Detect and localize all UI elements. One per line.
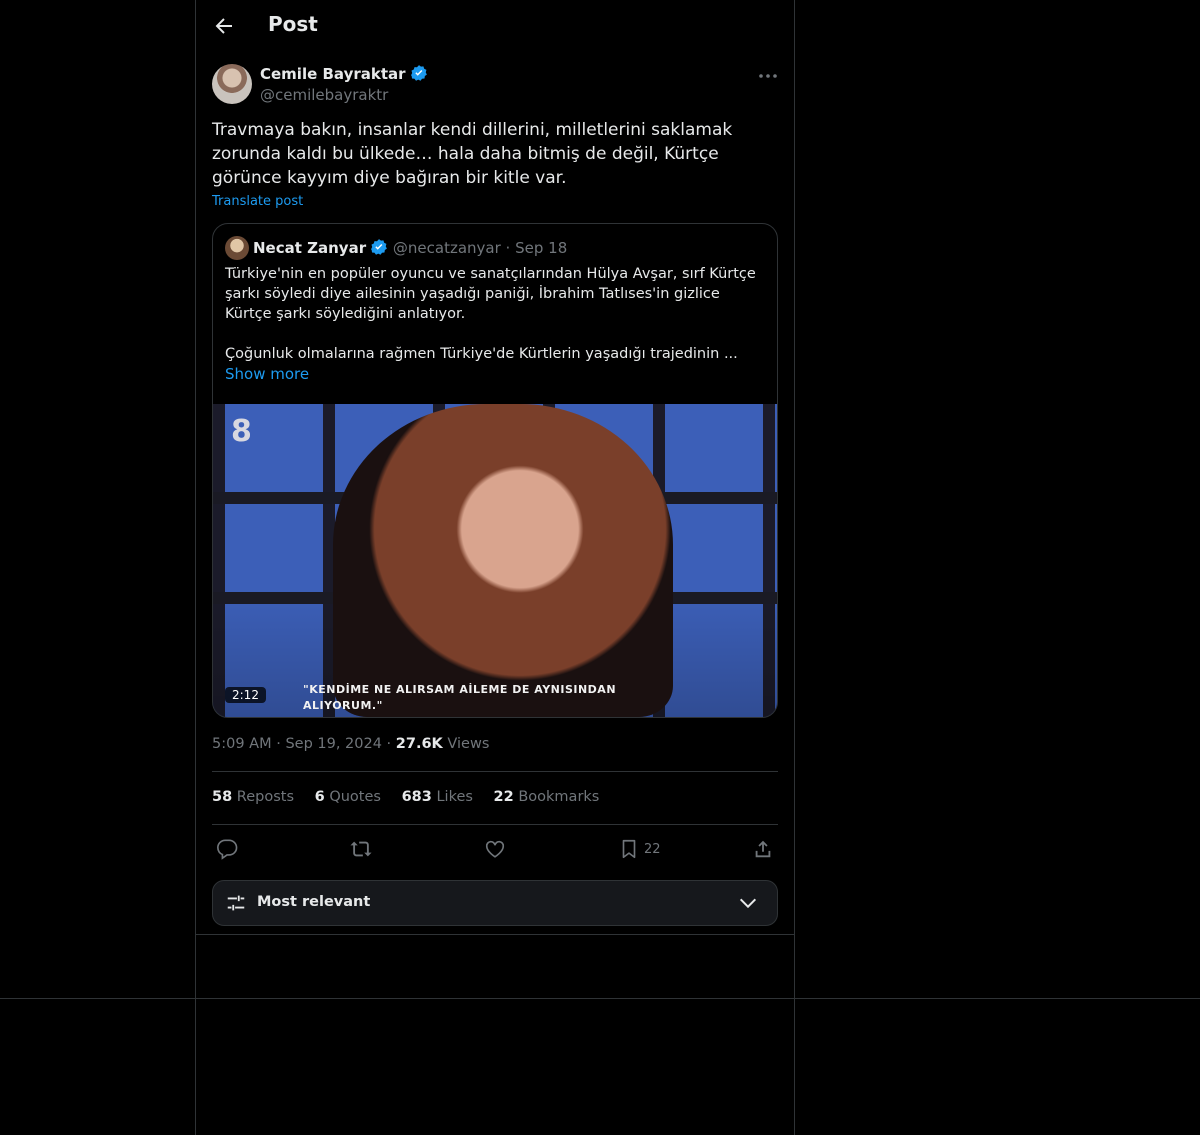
engagement-stats: 58 Reposts 6 Quotes 683 Likes 22 Bookmar… bbox=[212, 789, 615, 805]
show-more-link[interactable]: Show more bbox=[225, 365, 309, 383]
repost-icon bbox=[350, 841, 372, 857]
share-button[interactable] bbox=[752, 837, 774, 861]
video-duration-badge: 2:12 bbox=[225, 687, 266, 703]
divider bbox=[212, 824, 778, 825]
bookmarks-stat[interactable]: 22 Bookmarks bbox=[494, 789, 600, 805]
like-button[interactable] bbox=[484, 837, 506, 861]
bookmark-count: 22 bbox=[644, 841, 661, 857]
verified-badge-icon bbox=[371, 239, 387, 255]
quoted-post-header: Necat Zanyar @necatzanyar · Sep 18 bbox=[253, 238, 567, 257]
tweet-text: Travmaya bakın, insanlar kendi dillerini… bbox=[212, 120, 733, 188]
main-column: Post Cemile Bayraktar @cemilebayraktr Tr… bbox=[195, 0, 795, 1135]
quoted-post-text: Türkiye'nin en popüler oyuncu ve sanatçı… bbox=[225, 264, 761, 364]
likes-stat[interactable]: 683 Likes bbox=[402, 789, 473, 805]
post-time[interactable]: 5:09 AM bbox=[212, 736, 272, 752]
quoted-text-paragraph: Çoğunluk olmalarına rağmen Türkiye'de Kü… bbox=[225, 346, 738, 362]
author-name[interactable]: Cemile Bayraktar bbox=[260, 65, 406, 83]
views-label: Views bbox=[447, 736, 490, 752]
post-header: Post bbox=[196, 0, 794, 54]
reposts-stat[interactable]: 58 Reposts bbox=[212, 789, 294, 805]
quoted-author-name: Necat Zanyar bbox=[253, 239, 367, 257]
video-subject bbox=[333, 404, 673, 717]
author-avatar[interactable] bbox=[212, 64, 252, 104]
video-caption: "KENDİME NE ALIRSAM AİLEME DE AYNISINDAN… bbox=[303, 682, 616, 714]
author-handle[interactable]: @cemilebayraktr bbox=[260, 86, 388, 104]
chevron-down-icon bbox=[739, 898, 757, 909]
reply-sort-dropdown[interactable]: Most relevant bbox=[212, 880, 778, 926]
verified-badge-icon bbox=[410, 65, 427, 81]
quoted-post-date: Sep 18 bbox=[515, 239, 568, 257]
repost-button[interactable] bbox=[350, 837, 372, 861]
back-arrow-icon[interactable] bbox=[212, 14, 236, 38]
views-count: 27.6K bbox=[395, 736, 443, 752]
like-icon bbox=[485, 840, 505, 858]
page-title: Post bbox=[268, 12, 318, 36]
sort-label: Most relevant bbox=[257, 894, 371, 910]
quoted-author-handle: @necatzanyar bbox=[392, 239, 501, 257]
bookmark-icon bbox=[622, 839, 636, 859]
sliders-icon bbox=[227, 895, 245, 911]
post-date[interactable]: Sep 19, 2024 bbox=[285, 736, 382, 752]
channel-logo: 8 bbox=[231, 414, 252, 449]
reply-button[interactable] bbox=[216, 837, 238, 861]
share-icon bbox=[755, 840, 771, 858]
meta-separator: · bbox=[505, 239, 511, 257]
quotes-stat[interactable]: 6 Quotes bbox=[315, 789, 381, 805]
post-timestamp-row: 5:09 AM · Sep 19, 2024 · 27.6K Views bbox=[212, 736, 490, 752]
quoted-text-paragraph: Türkiye'nin en popüler oyuncu ve sanatçı… bbox=[225, 266, 756, 322]
divider bbox=[212, 771, 778, 772]
quoted-author-avatar bbox=[225, 236, 249, 260]
reply-icon bbox=[217, 839, 238, 860]
video-caption-line: ALIYORUM." bbox=[303, 699, 383, 712]
translate-post-link[interactable]: Translate post bbox=[212, 194, 303, 209]
video-player[interactable]: 8 "KENDİME NE ALIRSAM AİLEME DE AYNISIND… bbox=[213, 404, 777, 717]
more-options-icon[interactable] bbox=[756, 64, 780, 88]
author-name-row[interactable]: Cemile Bayraktar bbox=[260, 64, 428, 83]
video-caption-line: "KENDİME NE ALIRSAM AİLEME DE AYNISINDAN bbox=[303, 683, 617, 696]
bookmark-button[interactable]: 22 bbox=[618, 837, 661, 861]
quoted-post[interactable]: Necat Zanyar @necatzanyar · Sep 18 Türki… bbox=[212, 223, 778, 718]
